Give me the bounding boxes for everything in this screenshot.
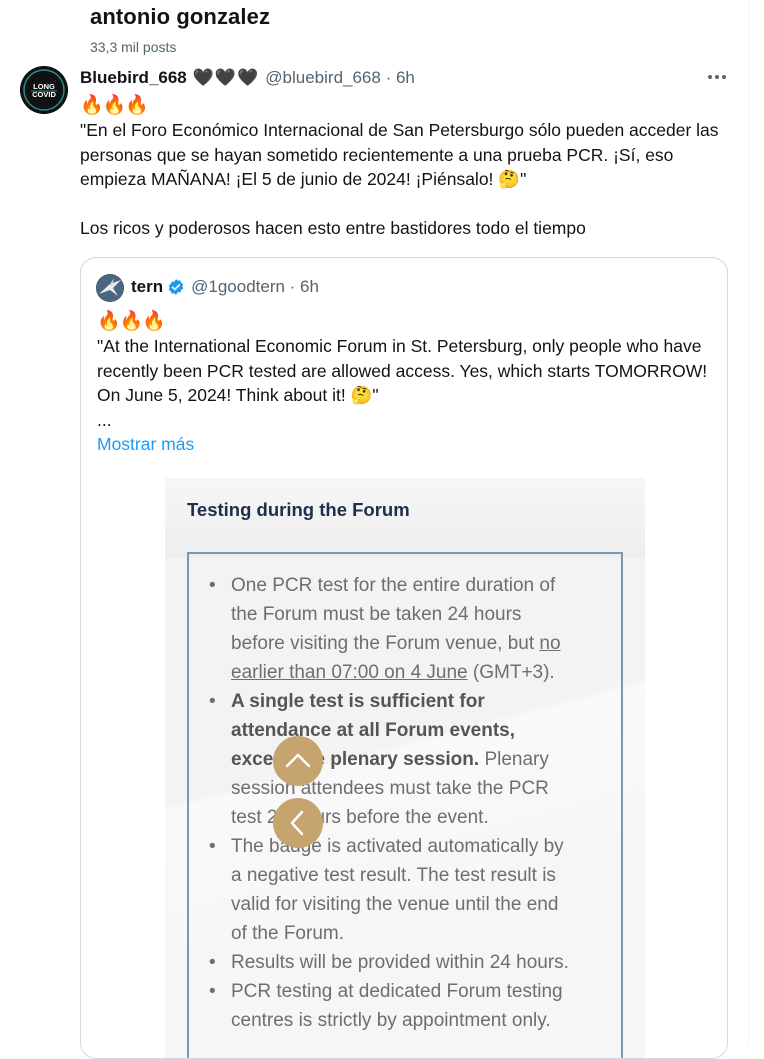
author-name-emoji: 🖤🖤🖤 (192, 68, 260, 87)
chevron-left-icon (290, 810, 304, 836)
timeline-border (748, 0, 749, 1044)
tweet-text: 🔥🔥🔥 "En el Foro Económico Internacional … (80, 94, 730, 240)
profile-name: antonio gonzalez (90, 4, 271, 29)
post-count: 33,3 mil posts (90, 39, 177, 55)
chevron-up-icon (285, 753, 311, 768)
quote-display-name[interactable]: tern (131, 277, 163, 297)
avatar[interactable]: LONG COVID (20, 66, 68, 114)
quote-handle-time[interactable]: @1goodtern · 6h (191, 277, 319, 297)
verified-badge-icon (167, 278, 185, 296)
quote-media-image[interactable]: Testing during the Forum One PCR test fo… (81, 478, 727, 1058)
quote-fire-emoji: 🔥🔥🔥 (97, 311, 166, 332)
document-title: Testing during the Forum (187, 499, 410, 520)
list-item: Results will be provided within 24 hours… (209, 948, 571, 977)
quote-ellipsis: ... (97, 409, 112, 430)
scroll-up-button[interactable] (273, 736, 323, 786)
document-screenshot: Testing during the Forum One PCR test fo… (165, 478, 645, 1058)
list-item: PCR testing at dedicated Forum testing c… (209, 977, 571, 1035)
list-item: One PCR test for the entire duration of … (209, 571, 571, 687)
tweet-author-row: Bluebird_668 🖤🖤🖤 @bluebird_668 · 6h (80, 67, 415, 89)
document-list: One PCR test for the entire duration of … (165, 571, 571, 1035)
quote-paragraph: "At the International Economic Forum in … (97, 336, 708, 405)
more-horizontal-icon[interactable] (706, 68, 728, 86)
quote-author-row: tern @1goodtern · 6h (131, 277, 319, 297)
tweet-paragraph-1: "En el Foro Económico Internacional de S… (80, 120, 719, 189)
quote-text: 🔥🔥🔥 "At the International Economic Forum… (97, 310, 712, 457)
author-display-name[interactable]: Bluebird_668 (80, 68, 187, 88)
list-item: The badge is activated automatically by … (209, 832, 571, 948)
profile-header: antonio gonzalez 33,3 mil posts (0, 0, 748, 62)
quote-avatar[interactable] (96, 274, 124, 302)
fire-emoji: 🔥🔥🔥 (80, 95, 149, 116)
quoted-tweet[interactable]: tern @1goodtern · 6h 🔥🔥🔥 "At the Interna… (80, 257, 728, 1059)
previous-button[interactable] (273, 798, 323, 848)
show-more-link[interactable]: Mostrar más (97, 432, 712, 457)
tweet-paragraph-2: Los ricos y poderosos hacen esto entre b… (80, 217, 586, 238)
author-handle-time[interactable]: @bluebird_668 · 6h (265, 68, 415, 88)
